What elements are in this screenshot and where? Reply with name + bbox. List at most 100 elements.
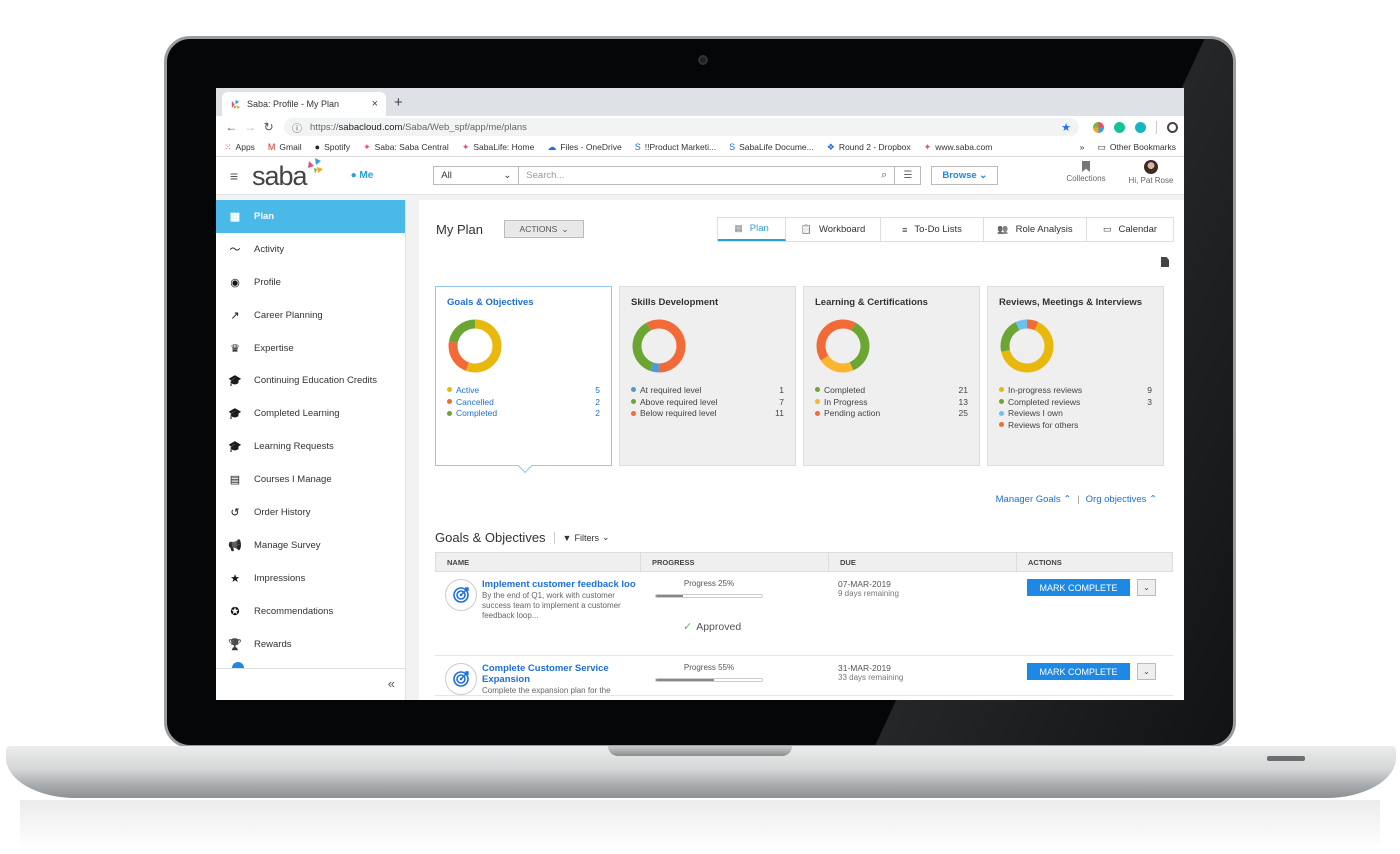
- sidebar-item-manage-survey[interactable]: 📢 Manage Survey: [216, 529, 405, 562]
- tab-calendar[interactable]: ▭ Calendar: [1087, 218, 1173, 241]
- tab-to-do-lists[interactable]: ≡ To-Do Lists: [881, 218, 984, 241]
- bookmark-item[interactable]: ⁙ Apps: [224, 142, 255, 153]
- sidebar-item-impressions[interactable]: ★ Impressions: [216, 562, 405, 595]
- donut-chart[interactable]: [815, 318, 871, 374]
- tab-plan[interactable]: ▦ Plan: [718, 218, 786, 241]
- donut-chart[interactable]: [631, 318, 687, 374]
- search-filter-icon[interactable]: ☰: [895, 166, 922, 185]
- new-tab-icon[interactable]: +: [394, 94, 403, 111]
- browse-button[interactable]: Browse ⌄: [931, 166, 999, 185]
- sidebar-item-activity[interactable]: 〜 Activity: [216, 233, 405, 266]
- sidebar-item-completed-learning[interactable]: 🎓 Completed Learning: [216, 397, 405, 430]
- legend-item[interactable]: Pending action 25: [815, 407, 968, 419]
- legend-item[interactable]: Completed 2: [447, 407, 600, 419]
- legend-item[interactable]: Reviews I own: [999, 407, 1152, 419]
- other-bookmarks[interactable]: ▭ Other Bookmarks: [1097, 142, 1176, 153]
- activity-icon: 〜: [229, 244, 241, 257]
- bookmark-item[interactable]: M Gmail: [268, 142, 302, 152]
- info-icon[interactable]: ⓘ: [292, 120, 302, 135]
- column-due[interactable]: DUE: [829, 553, 1017, 571]
- legend-value: 2: [595, 396, 600, 407]
- sidebar-item-order-history[interactable]: ↺ Order History: [216, 496, 405, 529]
- saba-extension-icon[interactable]: [1093, 121, 1105, 133]
- bookmark-item[interactable]: ✦ Saba: Saba Central: [363, 142, 449, 153]
- bookmark-item[interactable]: ✦ SabaLife: Home: [462, 142, 535, 153]
- legend-item[interactable]: In Progress 13: [815, 396, 968, 408]
- summary-card[interactable]: Learning & Certifications Completed 21 In P…: [803, 286, 980, 466]
- tab-workboard[interactable]: 📋 Workboard: [786, 218, 881, 241]
- app-header: ≡ saba ● Me All ⌄ Search... ⌕ ☰ Browse ⌄ C…: [216, 157, 1184, 195]
- mark-complete-button[interactable]: MARK COMPLETE: [1027, 579, 1130, 596]
- sidebar-item-rewards[interactable]: 🏆 Rewards: [216, 628, 405, 661]
- donut-chart[interactable]: [447, 318, 503, 374]
- search-input[interactable]: Search... ⌕: [519, 166, 896, 185]
- legend-item[interactable]: Below required level 11: [631, 407, 784, 419]
- legend-item[interactable]: In-progress reviews 9: [999, 384, 1152, 396]
- manager-goals-link[interactable]: Manager Goals ⌃: [996, 494, 1072, 505]
- row-actions-dropdown[interactable]: ⌄: [1137, 579, 1156, 596]
- sidebar-item-learning-requests[interactable]: 🎓 Learning Requests: [216, 430, 405, 463]
- tab-label: Workboard: [818, 224, 866, 235]
- column-name[interactable]: NAME: [436, 553, 641, 571]
- mark-complete-button[interactable]: MARK COMPLETE: [1027, 663, 1130, 680]
- tab-role-analysis[interactable]: 👥 Role Analysis: [984, 218, 1087, 241]
- reload-icon[interactable]: ↻: [259, 120, 278, 134]
- row-actions-dropdown[interactable]: ⌄: [1137, 663, 1156, 680]
- sidebar-item-profile[interactable]: ◉ Profile: [216, 266, 405, 299]
- browser-tab[interactable]: Saba: Profile - My Plan ×: [222, 92, 386, 116]
- summary-card[interactable]: Goals & Objectives Active 5 Cancelled 2 Compl…: [435, 286, 612, 466]
- sidebar-item-recommendations[interactable]: ✪ Recommendations: [216, 595, 405, 628]
- sidebar-item-plan[interactable]: ▦ Plan: [216, 200, 405, 233]
- legend-item[interactable]: Completed reviews 3: [999, 396, 1152, 408]
- bookmark-star-icon[interactable]: ★: [1061, 121, 1071, 134]
- sidebar-item-courses-i-manage[interactable]: ▤ Courses I Manage: [216, 463, 405, 496]
- goal-name-link[interactable]: Complete Customer Service Expansion Compl…: [482, 663, 637, 696]
- account-icon[interactable]: [1167, 121, 1179, 133]
- summary-card[interactable]: Reviews, Meetings & Interviews In-progres…: [987, 286, 1164, 466]
- legend-label: In-progress reviews: [1008, 384, 1083, 395]
- hamburger-menu-icon[interactable]: ≡: [216, 168, 252, 184]
- search-scope-select[interactable]: All ⌄: [433, 166, 520, 185]
- legend-item[interactable]: At required level 1: [631, 384, 784, 396]
- bookmark-item[interactable]: ● Spotify: [315, 142, 350, 152]
- extension-icon[interactable]: [1135, 121, 1147, 133]
- grammarly-icon[interactable]: [1114, 121, 1126, 133]
- bookmark-item[interactable]: ✦ www.saba.com: [924, 142, 993, 153]
- forward-icon[interactable]: →: [241, 120, 260, 134]
- legend-item[interactable]: Active 5: [447, 384, 600, 396]
- actions-dropdown[interactable]: ACTIONS ⌄: [504, 220, 584, 238]
- search-icon[interactable]: ⌕: [881, 169, 887, 182]
- back-icon[interactable]: ←: [222, 120, 241, 134]
- legend-value: 3: [1147, 396, 1152, 407]
- legend-item[interactable]: Cancelled 2: [447, 396, 600, 408]
- legend-item[interactable]: Completed 21: [815, 384, 968, 396]
- status-label: Approved: [696, 621, 742, 633]
- app-body: ▦ Plan 〜 Activity ◉ Profile ↗ Career Planning ♛ E…: [216, 195, 1184, 700]
- sidebar-item-continuing-education-credits[interactable]: 🎓 Continuing Education Credits: [216, 364, 405, 397]
- user-menu[interactable]: Hi, Pat Rose: [1126, 160, 1176, 185]
- sidebar-item-expertise[interactable]: ♛ Expertise: [216, 332, 405, 365]
- more-bookmarks-icon[interactable]: »: [1080, 142, 1085, 152]
- collections-button[interactable]: Collections: [1064, 161, 1108, 183]
- trending-up-icon: ↗: [230, 309, 240, 322]
- summary-card[interactable]: Skills Development At required level 1 Abov…: [619, 286, 796, 466]
- bookmark-item[interactable]: ☁ Files - OneDrive: [547, 142, 621, 153]
- collapse-sidebar-button[interactable]: «: [216, 668, 405, 700]
- sidebar-item-label: Learning Requests: [254, 441, 334, 453]
- donut-chart[interactable]: [999, 318, 1055, 374]
- sidebar-item-career-planning[interactable]: ↗ Career Planning: [216, 299, 405, 332]
- goal-name-link[interactable]: Implement customer feedback loo By the en…: [482, 579, 637, 621]
- bookmark-item[interactable]: S SabaLife Docume...: [729, 142, 814, 152]
- org-objectives-link[interactable]: Org objectives ⌃: [1086, 494, 1157, 505]
- column-progress[interactable]: PROGRESS: [641, 553, 829, 571]
- legend-item[interactable]: Reviews for others: [999, 419, 1152, 431]
- close-tab-icon[interactable]: ×: [372, 98, 378, 110]
- document-icon[interactable]: [1161, 257, 1169, 267]
- url-input[interactable]: ⓘ https://sabacloud.com/Saba/Web_spf/app…: [284, 118, 1080, 136]
- me-menu[interactable]: ● Me: [351, 170, 374, 181]
- bookmark-item[interactable]: S !!Product Marketi...: [635, 142, 716, 152]
- saba-logo[interactable]: saba: [252, 161, 308, 192]
- legend-item[interactable]: Above required level 7: [631, 396, 784, 408]
- filters-dropdown[interactable]: ▼ Filters ⌄: [563, 532, 610, 543]
- bookmark-item[interactable]: ❖ Round 2 - Dropbox: [827, 142, 911, 153]
